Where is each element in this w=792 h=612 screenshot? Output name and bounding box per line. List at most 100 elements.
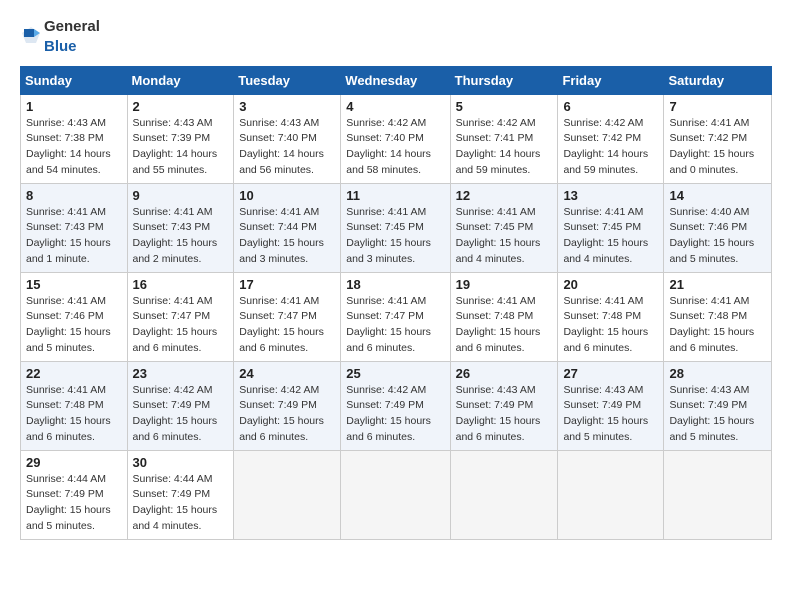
day-number: 4 [346,99,444,114]
day-number: 18 [346,277,444,292]
day-info: Sunrise: 4:42 AM Sunset: 7:49 PM Dayligh… [346,383,444,446]
calendar-table: SundayMondayTuesdayWednesdayThursdayFrid… [20,66,772,540]
calendar-cell: 30 Sunrise: 4:44 AM Sunset: 7:49 PM Dayli… [127,450,234,539]
calendar-cell: 6Sunrise: 4:42 AM Sunset: 7:42 PM Daylig… [558,94,664,183]
calendar-cell: 1 Sunrise: 4:43 AM Sunset: 7:38 PM Daylig… [21,94,128,183]
calendar-cell: 27 Sunrise: 4:43 AM Sunset: 7:49 PM Dayli… [558,361,664,450]
calendar-cell: 20 Sunrise: 4:41 AM Sunset: 7:48 PM Dayli… [558,272,664,361]
day-number: 16 [133,277,229,292]
calendar-cell: 18 Sunrise: 4:41 AM Sunset: 7:47 PM Dayli… [341,272,450,361]
header-friday: Friday [558,66,664,94]
day-number: 28 [669,366,766,381]
calendar-cell: 26 Sunrise: 4:43 AM Sunset: 7:49 PM Dayli… [450,361,558,450]
day-number: 29 [26,455,122,470]
day-info: Sunrise: 4:41 AM Sunset: 7:47 PM Dayligh… [346,294,444,357]
calendar-cell: 11 Sunrise: 4:41 AM Sunset: 7:45 PM Dayli… [341,183,450,272]
header-saturday: Saturday [664,66,772,94]
day-number: 3 [239,99,335,114]
calendar-cell: 16 Sunrise: 4:41 AM Sunset: 7:47 PM Dayli… [127,272,234,361]
calendar-cell [450,450,558,539]
logo-flag-icon [20,25,42,47]
day-number: 23 [133,366,229,381]
calendar-week-5: 29 Sunrise: 4:44 AM Sunset: 7:49 PM Dayli… [21,450,772,539]
day-info: Sunrise: 4:41 AM Sunset: 7:47 PM Dayligh… [133,294,229,357]
day-info: Sunrise: 4:41 AM Sunset: 7:48 PM Dayligh… [669,294,766,357]
day-info: Sunrise: 4:41 AM Sunset: 7:44 PM Dayligh… [239,205,335,268]
calendar-cell: 17Sunrise: 4:41 AM Sunset: 7:47 PM Dayli… [234,272,341,361]
calendar-week-2: 8 Sunrise: 4:41 AM Sunset: 7:43 PM Daylig… [21,183,772,272]
day-number: 27 [563,366,658,381]
day-info: Sunrise: 4:41 AM Sunset: 7:42 PM Dayligh… [669,116,766,179]
day-info: Sunrise: 4:42 AM Sunset: 7:49 PM Dayligh… [239,383,335,446]
calendar-cell [234,450,341,539]
calendar-cell: 19 Sunrise: 4:41 AM Sunset: 7:48 PM Dayli… [450,272,558,361]
day-number: 11 [346,188,444,203]
calendar-cell: 9 Sunrise: 4:41 AM Sunset: 7:43 PM Daylig… [127,183,234,272]
logo-text: General Blue [20,16,100,56]
day-number: 7 [669,99,766,114]
day-number: 15 [26,277,122,292]
calendar-week-3: 15 Sunrise: 4:41 AM Sunset: 7:46 PM Dayli… [21,272,772,361]
day-number: 20 [563,277,658,292]
day-number: 5 [456,99,553,114]
calendar-cell: 2 Sunrise: 4:43 AM Sunset: 7:39 PM Daylig… [127,94,234,183]
day-info: Sunrise: 4:43 AM Sunset: 7:39 PM Dayligh… [133,116,229,179]
page-header: General Blue [20,16,772,56]
day-number: 1 [26,99,122,114]
day-info: Sunrise: 4:42 AM Sunset: 7:41 PM Dayligh… [456,116,553,179]
calendar-cell: 23Sunrise: 4:42 AM Sunset: 7:49 PM Dayli… [127,361,234,450]
calendar-cell: 21 Sunrise: 4:41 AM Sunset: 7:48 PM Dayli… [664,272,772,361]
calendar-cell: 28 Sunrise: 4:43 AM Sunset: 7:49 PM Dayli… [664,361,772,450]
day-info: Sunrise: 4:43 AM Sunset: 7:49 PM Dayligh… [456,383,553,446]
day-info: Sunrise: 4:41 AM Sunset: 7:45 PM Dayligh… [563,205,658,268]
day-info: Sunrise: 4:41 AM Sunset: 7:45 PM Dayligh… [456,205,553,268]
day-info: Sunrise: 4:41 AM Sunset: 7:48 PM Dayligh… [563,294,658,357]
day-info: Sunrise: 4:43 AM Sunset: 7:49 PM Dayligh… [669,383,766,446]
calendar-cell: 8 Sunrise: 4:41 AM Sunset: 7:43 PM Daylig… [21,183,128,272]
day-info: Sunrise: 4:41 AM Sunset: 7:46 PM Dayligh… [26,294,122,357]
calendar-cell [341,450,450,539]
logo: General Blue [20,16,100,56]
header-tuesday: Tuesday [234,66,341,94]
calendar-cell [558,450,664,539]
day-info: Sunrise: 4:41 AM Sunset: 7:47 PM Dayligh… [239,294,335,357]
day-info: Sunrise: 4:42 AM Sunset: 7:42 PM Dayligh… [563,116,658,179]
day-number: 2 [133,99,229,114]
day-info: Sunrise: 4:40 AM Sunset: 7:46 PM Dayligh… [669,205,766,268]
day-number: 19 [456,277,553,292]
day-info: Sunrise: 4:41 AM Sunset: 7:48 PM Dayligh… [26,383,122,446]
day-number: 10 [239,188,335,203]
day-number: 24 [239,366,335,381]
day-info: Sunrise: 4:42 AM Sunset: 7:40 PM Dayligh… [346,116,444,179]
day-info: Sunrise: 4:43 AM Sunset: 7:38 PM Dayligh… [26,116,122,179]
day-number: 30 [133,455,229,470]
calendar-cell: 10 Sunrise: 4:41 AM Sunset: 7:44 PM Dayli… [234,183,341,272]
calendar-cell [664,450,772,539]
header-thursday: Thursday [450,66,558,94]
calendar-week-1: 1 Sunrise: 4:43 AM Sunset: 7:38 PM Daylig… [21,94,772,183]
day-info: Sunrise: 4:41 AM Sunset: 7:45 PM Dayligh… [346,205,444,268]
day-number: 26 [456,366,553,381]
calendar-cell: 22Sunrise: 4:41 AM Sunset: 7:48 PM Dayli… [21,361,128,450]
calendar-cell: 14 Sunrise: 4:40 AM Sunset: 7:46 PM Dayli… [664,183,772,272]
day-info: Sunrise: 4:43 AM Sunset: 7:49 PM Dayligh… [563,383,658,446]
day-info: Sunrise: 4:41 AM Sunset: 7:43 PM Dayligh… [133,205,229,268]
day-number: 9 [133,188,229,203]
day-info: Sunrise: 4:43 AM Sunset: 7:40 PM Dayligh… [239,116,335,179]
day-info: Sunrise: 4:44 AM Sunset: 7:49 PM Dayligh… [133,472,229,535]
calendar-cell: 13Sunrise: 4:41 AM Sunset: 7:45 PM Dayli… [558,183,664,272]
day-info: Sunrise: 4:44 AM Sunset: 7:49 PM Dayligh… [26,472,122,535]
calendar-cell: 4 Sunrise: 4:42 AM Sunset: 7:40 PM Daylig… [341,94,450,183]
header-monday: Monday [127,66,234,94]
day-number: 21 [669,277,766,292]
day-info: Sunrise: 4:41 AM Sunset: 7:43 PM Dayligh… [26,205,122,268]
day-number: 14 [669,188,766,203]
calendar-cell: 7 Sunrise: 4:41 AM Sunset: 7:42 PM Daylig… [664,94,772,183]
calendar-cell: 3 Sunrise: 4:43 AM Sunset: 7:40 PM Daylig… [234,94,341,183]
calendar-cell: 29 Sunrise: 4:44 AM Sunset: 7:49 PM Dayli… [21,450,128,539]
header-sunday: Sunday [21,66,128,94]
calendar-cell: 12Sunrise: 4:41 AM Sunset: 7:45 PM Dayli… [450,183,558,272]
day-number: 8 [26,188,122,203]
calendar-header-row: SundayMondayTuesdayWednesdayThursdayFrid… [21,66,772,94]
day-info: Sunrise: 4:41 AM Sunset: 7:48 PM Dayligh… [456,294,553,357]
